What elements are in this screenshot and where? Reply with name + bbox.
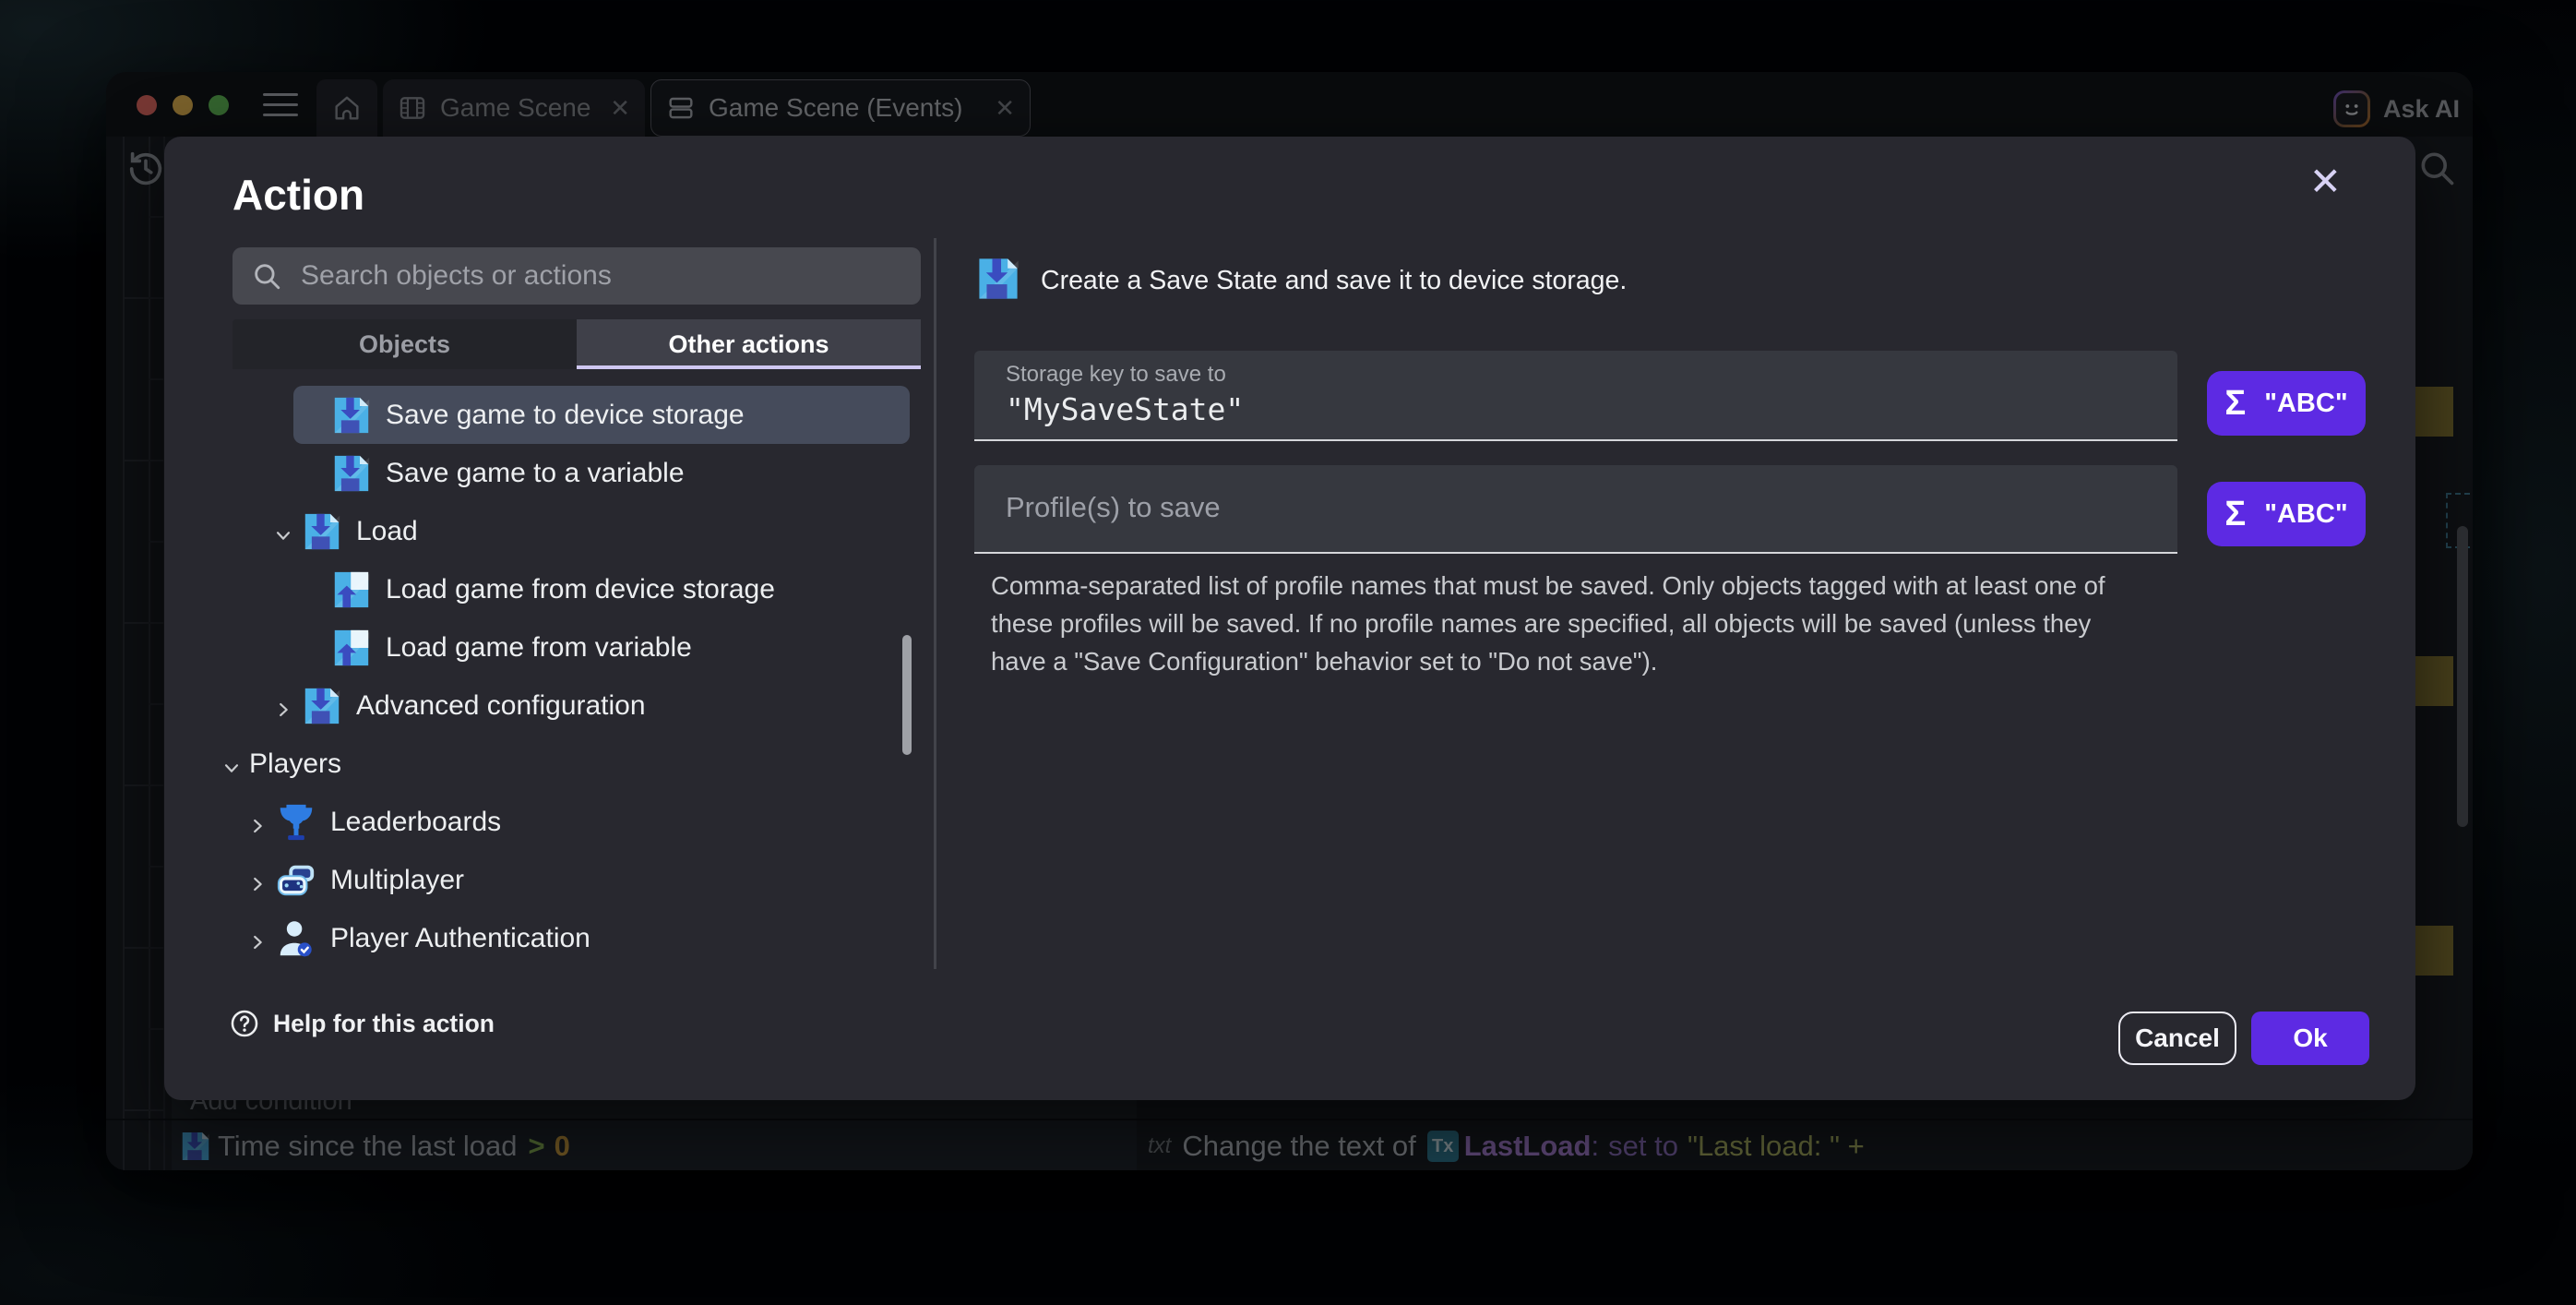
tree-item[interactable]: Leaderboards xyxy=(221,793,932,851)
panel-divider xyxy=(934,238,936,969)
tree-item-label: Leaderboards xyxy=(330,807,501,838)
chevron-right-icon xyxy=(247,928,268,949)
cancel-button[interactable]: Cancel xyxy=(2118,1012,2236,1065)
load-icon xyxy=(330,569,373,611)
search-icon xyxy=(251,260,282,292)
tree-item[interactable]: Multiplayer xyxy=(221,851,932,909)
help-for-action-link[interactable]: Help for this action xyxy=(229,1008,495,1039)
search-box xyxy=(233,247,921,305)
field-value: "MySaveState" xyxy=(1006,391,1244,427)
field-label: Profile(s) to save xyxy=(1006,491,1221,524)
field-helper-text: Comma-separated list of profile names th… xyxy=(991,567,2146,680)
ok-button[interactable]: Ok xyxy=(2251,1012,2369,1065)
tree-item[interactable]: Players xyxy=(221,735,932,793)
tree-item-label: Load xyxy=(356,516,418,547)
save-icon xyxy=(974,255,1022,303)
field-label: Storage key to save to xyxy=(1006,362,1226,388)
sigma-icon: Σ xyxy=(2224,495,2246,534)
chevron-right-icon xyxy=(247,870,268,891)
tree-item-label: Load game from variable xyxy=(386,632,692,664)
help-icon xyxy=(229,1008,260,1039)
action-dialog: Action ✕ Objects Other actions Save game… xyxy=(164,137,2415,1100)
storage-key-field[interactable]: Storage key to save to "MySaveState" xyxy=(974,351,2177,441)
chevron-down-icon xyxy=(273,521,293,542)
screen: Game Scene ✕ Game Scene (Events) ✕ Ask A… xyxy=(0,0,2576,1305)
tree-item-label: Save game to device storage xyxy=(386,400,745,431)
tree-item[interactable]: Save game to a variable xyxy=(221,444,932,502)
chevron-right-icon xyxy=(247,812,268,832)
sigma-icon: Σ xyxy=(2224,384,2246,424)
save-icon xyxy=(330,394,373,437)
profiles-field[interactable]: Profile(s) to save xyxy=(974,465,2177,554)
tree-item[interactable]: Advanced configuration xyxy=(221,676,932,735)
tree-item-label: Save game to a variable xyxy=(386,458,685,489)
person-icon xyxy=(275,917,317,960)
tree-item-label: Player Authentication xyxy=(330,923,590,954)
tree-item-label: Players xyxy=(249,748,341,780)
chevron-down-icon xyxy=(221,754,242,774)
tree-item-label: Multiplayer xyxy=(330,865,464,896)
save-icon xyxy=(330,452,373,495)
tab-objects[interactable]: Objects xyxy=(233,319,577,369)
tree-item[interactable]: Load game from variable xyxy=(221,618,932,676)
tab-other-actions[interactable]: Other actions xyxy=(577,319,921,369)
picker-tabs: Objects Other actions xyxy=(233,319,921,369)
expression-abc-label: "ABC" xyxy=(2264,389,2347,419)
help-label: Help for this action xyxy=(273,1010,495,1038)
gamepad-icon xyxy=(275,859,317,902)
load-icon xyxy=(330,627,373,669)
expression-editor-button[interactable]: Σ "ABC" xyxy=(2207,482,2366,546)
search-input[interactable] xyxy=(299,259,902,293)
expression-abc-label: "ABC" xyxy=(2264,499,2347,530)
close-dialog-icon[interactable]: ✕ xyxy=(2309,162,2342,201)
tree-item[interactable]: Save game to device storage xyxy=(293,386,910,444)
save-icon xyxy=(301,510,343,553)
chevron-right-icon xyxy=(273,696,293,716)
tree-item-label: Load game from device storage xyxy=(386,574,775,605)
save-icon xyxy=(301,685,343,727)
dialog-title: Action xyxy=(233,170,364,220)
tree-item[interactable]: Player Authentication xyxy=(221,909,932,967)
tree-item[interactable]: Load xyxy=(221,502,932,560)
action-description: Create a Save State and save it to devic… xyxy=(1041,266,1627,296)
expression-editor-button[interactable]: Σ "ABC" xyxy=(2207,371,2366,436)
list-scrollbar[interactable] xyxy=(902,635,912,755)
action-tree: Save game to device storage Save game to … xyxy=(221,386,932,973)
trophy-icon xyxy=(275,801,317,844)
tree-item[interactable]: Load game from device storage xyxy=(221,560,932,618)
tree-item-label: Advanced configuration xyxy=(356,690,646,722)
